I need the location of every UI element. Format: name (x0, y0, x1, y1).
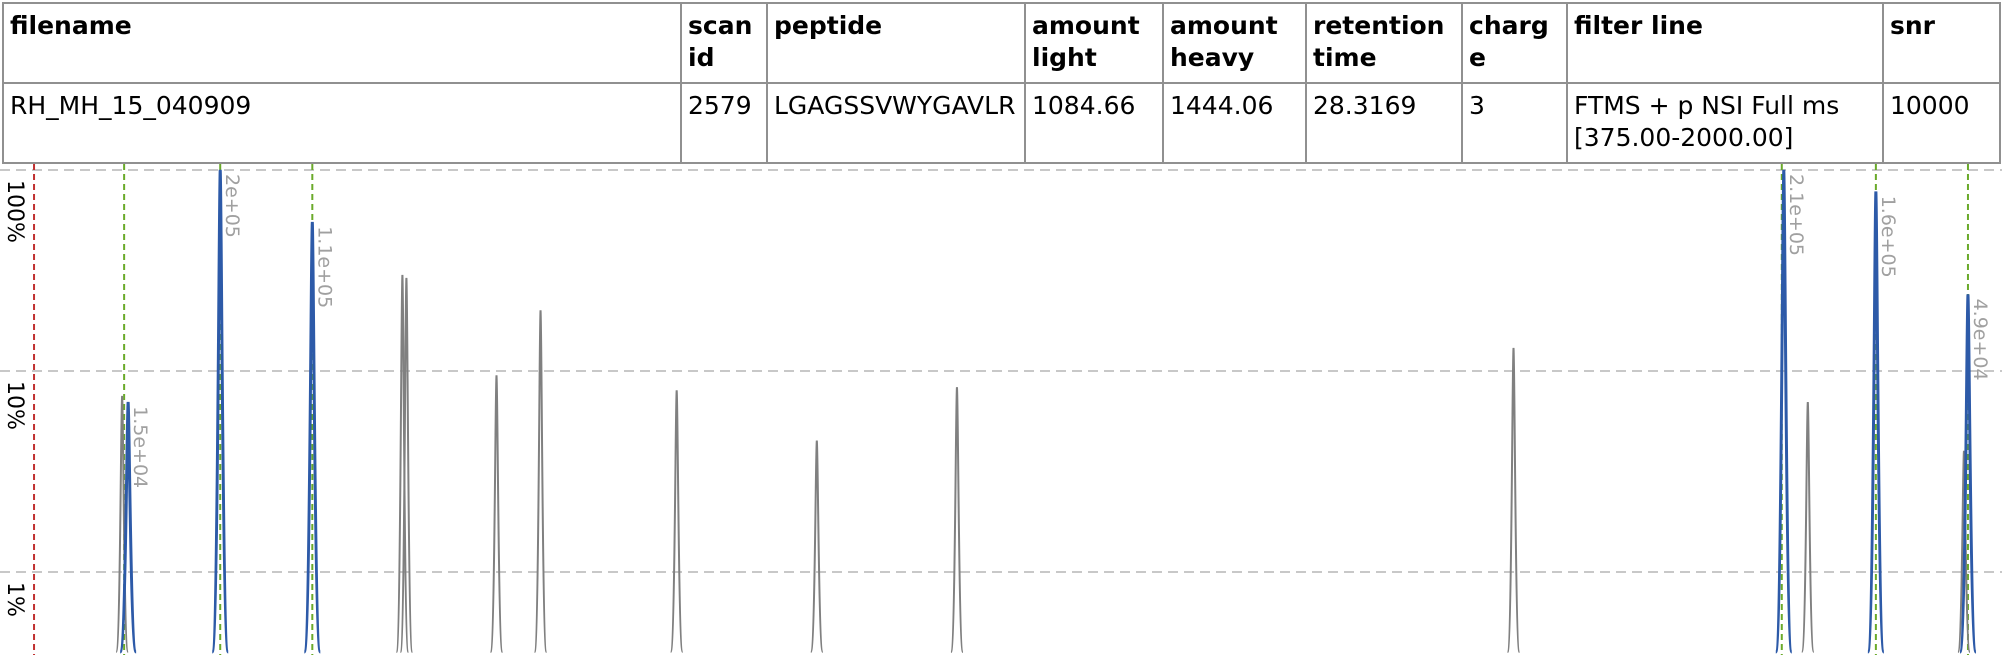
header-charge: charge (1461, 2, 1568, 84)
y-tick-label: 100% (2, 180, 27, 243)
y-tick-label: 1% (2, 582, 27, 617)
cell-retention-time: 28.3169 (1305, 82, 1463, 164)
table-header-row: filename scan id peptide amount light am… (2, 2, 2001, 84)
header-peptide: peptide (766, 2, 1026, 84)
header-scan-id: scan id (680, 2, 768, 84)
spectrum-chart: 1.5e+04 2e+05 1.1e+05 2.1e+05 1.6e+05 4.9e+04… (0, 164, 2002, 655)
peak-intensity-label: 1.5e+04 (129, 406, 151, 488)
cell-snr: 10000 (1882, 82, 2001, 164)
header-amount-light: amount light (1024, 2, 1164, 84)
background-peak (669, 390, 684, 653)
cell-peptide: LGAGSSVWYGAVLR (766, 82, 1026, 164)
header-filename: filename (2, 2, 682, 84)
header-retention-time: retention time (1305, 2, 1463, 84)
peak-intensity-label: 1.6e+05 (1877, 196, 1899, 278)
peak-intensity-label: 2.1e+05 (1785, 174, 1807, 256)
cell-amount-light: 1084.66 (1024, 82, 1164, 164)
background-peak (1506, 347, 1521, 653)
header-filter-line: filter line (1566, 2, 1884, 84)
header-snr: snr (1882, 2, 2001, 84)
background-peak (533, 310, 548, 653)
y-axis-ticks: 100% 10% 1% (2, 180, 27, 617)
peak-intensity-label: 2e+05 (221, 174, 243, 238)
background-peaks (115, 274, 1971, 653)
background-peak (1800, 401, 1815, 653)
y-tick-label: 10% (2, 381, 27, 430)
background-peak (809, 440, 824, 653)
table-row: RH_MH_15_040909 2579 LGAGSSVWYGAVLR 1084… (2, 82, 2001, 164)
background-peak (489, 375, 504, 653)
header-amount-heavy: amount heavy (1162, 2, 1307, 84)
cell-filename: RH_MH_15_040909 (2, 82, 682, 164)
peak-intensity-label: 1.1e+05 (313, 226, 335, 308)
background-peak (949, 387, 964, 653)
cell-charge: 3 (1461, 82, 1568, 164)
cell-amount-heavy: 1444.06 (1162, 82, 1307, 164)
cell-filter-line: FTMS + p NSI Full ms [375.00-2000.00] (1566, 82, 1884, 164)
peptide-info-table: filename scan id peptide amount light am… (2, 2, 2001, 164)
cell-scan-id: 2579 (680, 82, 768, 164)
gridlines (0, 169, 2002, 574)
peak-intensity-label: 4.9e+04 (1969, 299, 1991, 381)
